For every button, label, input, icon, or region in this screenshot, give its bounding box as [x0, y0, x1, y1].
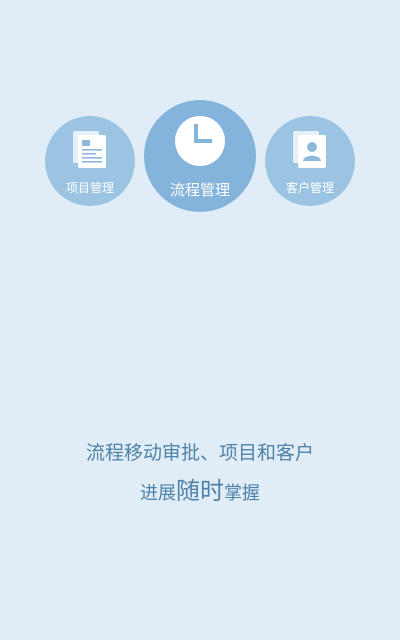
contact-card-icon	[293, 131, 326, 168]
document-icon	[73, 131, 106, 168]
clock-icon	[175, 116, 225, 166]
process-management-button[interactable]: 流程管理	[144, 100, 256, 212]
tagline-line-1: 流程移动审批、项目和客户	[85, 442, 314, 464]
tagline-emphasis: 随时	[176, 477, 224, 505]
tagline-text-after: 掌握	[224, 483, 260, 504]
tagline-text-before: 进展	[140, 483, 176, 504]
tagline-line-2: 进展随时掌握	[0, 476, 400, 509]
process-management-label: 流程管理	[169, 181, 230, 199]
customer-management-label: 客户管理	[285, 181, 334, 195]
project-management-label: 项目管理	[65, 181, 114, 195]
customer-management-button[interactable]: 客户管理	[265, 116, 355, 206]
project-management-button[interactable]: 项目管理	[45, 116, 135, 206]
welcome-screen: 项目管理 流程管理 客户管理 流程移动审批、项目和客户 进展随时掌握	[0, 0, 400, 640]
